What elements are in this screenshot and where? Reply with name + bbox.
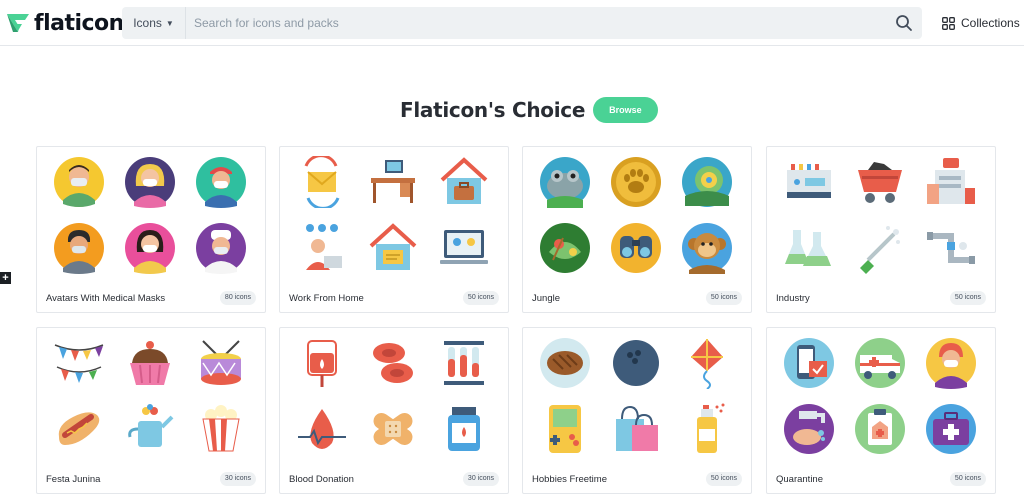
grid-icon: [942, 16, 955, 30]
pipes-icon: [927, 232, 975, 264]
watering-can-icon: [128, 404, 174, 447]
chef-mask-avatar-icon: [196, 223, 246, 274]
pack-count-badge: 50 icons: [705, 291, 742, 305]
phone-shopping-icon: [784, 338, 834, 388]
kite-icon: [691, 339, 723, 389]
section-title: Flaticon's Choice: [400, 98, 586, 122]
spray-paint-icon: [697, 403, 725, 453]
pack-count-badge: 50 icons: [462, 291, 499, 305]
video-call-icon: [306, 224, 342, 270]
popcorn-icon: [202, 405, 240, 452]
chameleon-icon: [682, 157, 732, 207]
pack-title: Festa Junina: [46, 474, 101, 485]
flaticon-logo-icon: [7, 14, 29, 32]
bunting-flags-icon: [54, 344, 104, 383]
search-type-dropdown[interactable]: Icons ▼: [122, 7, 186, 39]
bowling-ball-icon: [613, 340, 659, 386]
control-panel-icon: [787, 164, 831, 198]
bandage-icon: [373, 412, 413, 446]
shopping-bags-icon: [616, 405, 658, 451]
pack-title: Blood Donation: [289, 474, 354, 485]
drum-icon: [201, 340, 241, 385]
factory-icon: [927, 158, 975, 204]
screwdriver-icon: [860, 226, 900, 274]
browse-button[interactable]: Browse: [593, 97, 658, 123]
pack-count-badge: 50 icons: [949, 472, 986, 486]
pack-card[interactable]: Work From Home 50 icons: [279, 146, 509, 313]
search-bar: Icons ▼: [122, 7, 922, 39]
pack-card[interactable]: Blood Donation 30 icons: [279, 327, 509, 494]
blood-bag-icon: [307, 340, 337, 387]
logo-text: flaticon: [34, 10, 124, 36]
pack-count-badge: 80 icons: [219, 291, 256, 305]
pack-card[interactable]: Avatars With Medical Masks 80 icons: [36, 146, 266, 313]
pack-count-badge: 30 icons: [219, 472, 256, 486]
binoculars-icon: [611, 223, 661, 273]
mine-cart-icon: [858, 162, 902, 203]
man-mask-avatar-icon: [54, 223, 104, 274]
medical-clipboard-icon: [855, 404, 905, 454]
animal-print-icon: [611, 157, 661, 207]
washing-hands-icon: [784, 404, 834, 454]
top-bar: flaticon Icons ▼ Collections: [0, 0, 1024, 46]
blood-jar-icon: [448, 407, 480, 451]
laptop-meeting-icon: [440, 230, 488, 264]
flaticon-logo[interactable]: flaticon: [6, 8, 124, 38]
pack-count-badge: 50 icons: [949, 291, 986, 305]
doctor-icon: [926, 338, 976, 389]
search-type-label: Icons: [133, 16, 162, 30]
collections-button[interactable]: Collections: [942, 14, 1020, 32]
flask-icon: [785, 230, 831, 266]
first-aid-kit-icon: [926, 404, 976, 454]
home-document-icon: [369, 223, 417, 270]
pack-card[interactable]: Hobbies Freetime 50 icons: [522, 327, 752, 494]
gameboy-icon: [549, 405, 581, 453]
pack-title: Avatars With Medical Masks: [46, 293, 166, 304]
section-heading: Flaticon's Choice Browse: [400, 96, 658, 124]
pack-count-badge: 50 icons: [705, 472, 742, 486]
pack-card[interactable]: Industry 50 icons: [766, 146, 996, 313]
cupcake-icon: [130, 341, 170, 385]
desk-computer-icon: [371, 160, 415, 203]
pack-title: Jungle: [532, 293, 560, 304]
pack-card[interactable]: Festa Junina 30 icons: [36, 327, 266, 494]
pack-count-badge: 30 icons: [462, 472, 499, 486]
pack-title: Industry: [776, 293, 810, 304]
nurse-mask-avatar-icon: [196, 157, 246, 208]
blood-drop-icon: [298, 409, 346, 449]
caret-down-icon: ▼: [165, 18, 174, 28]
email-sync-icon: [304, 156, 340, 208]
pack-title: Work From Home: [289, 293, 364, 304]
woman-mask-avatar-icon: [125, 157, 175, 208]
pack-title: Quarantine: [776, 474, 824, 485]
monkey-icon: [682, 223, 732, 274]
collections-label: Collections: [961, 16, 1020, 30]
jungle-bird-icon: [540, 223, 590, 273]
test-tubes-icon: [444, 341, 484, 385]
frog-icon: [540, 157, 590, 208]
side-plus-button[interactable]: +: [0, 272, 11, 284]
pack-card[interactable]: Quarantine 50 icons: [766, 327, 996, 494]
ambulance-icon: [855, 338, 905, 388]
search-icon[interactable]: [894, 13, 914, 33]
doctor-mask-avatar-icon: [54, 157, 104, 207]
pack-title: Hobbies Freetime: [532, 474, 607, 485]
girl-mask-avatar-icon: [125, 223, 175, 274]
pack-card[interactable]: Jungle 50 icons: [522, 146, 752, 313]
hot-dog-icon: [58, 412, 100, 445]
blood-cells-icon: [373, 343, 413, 383]
steak-icon: [540, 338, 590, 388]
home-briefcase-icon: [440, 157, 488, 204]
search-input[interactable]: [194, 7, 884, 39]
